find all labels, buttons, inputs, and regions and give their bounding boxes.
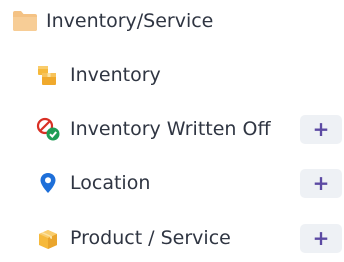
plus-icon: + (312, 117, 330, 141)
plus-icon: + (312, 171, 330, 195)
menu-item-label: Location (70, 172, 151, 194)
written-off-icon (35, 116, 61, 142)
menu-item-label: Inventory (70, 64, 161, 86)
add-location-button[interactable]: + (300, 168, 342, 198)
product-box-icon (35, 225, 61, 251)
plus-icon: + (312, 226, 330, 250)
boxes-icon (35, 62, 61, 88)
section-header-label: Inventory/Service (46, 10, 214, 32)
add-inventory-written-off-button[interactable]: + (300, 114, 342, 144)
menu-item-location[interactable]: Location + (35, 163, 344, 203)
location-pin-icon (35, 170, 61, 196)
menu-item-label: Product / Service (70, 227, 231, 249)
section-header-inventory-service[interactable]: Inventory/Service (0, 1, 344, 41)
add-product-service-button[interactable]: + (300, 223, 342, 253)
menu-item-product-service[interactable]: Product / Service + (35, 218, 344, 258)
menu-item-inventory-written-off[interactable]: Inventory Written Off + (35, 109, 344, 149)
folder-icon (12, 9, 38, 33)
menu-item-inventory[interactable]: Inventory (35, 55, 344, 95)
menu-item-label: Inventory Written Off (70, 118, 271, 140)
